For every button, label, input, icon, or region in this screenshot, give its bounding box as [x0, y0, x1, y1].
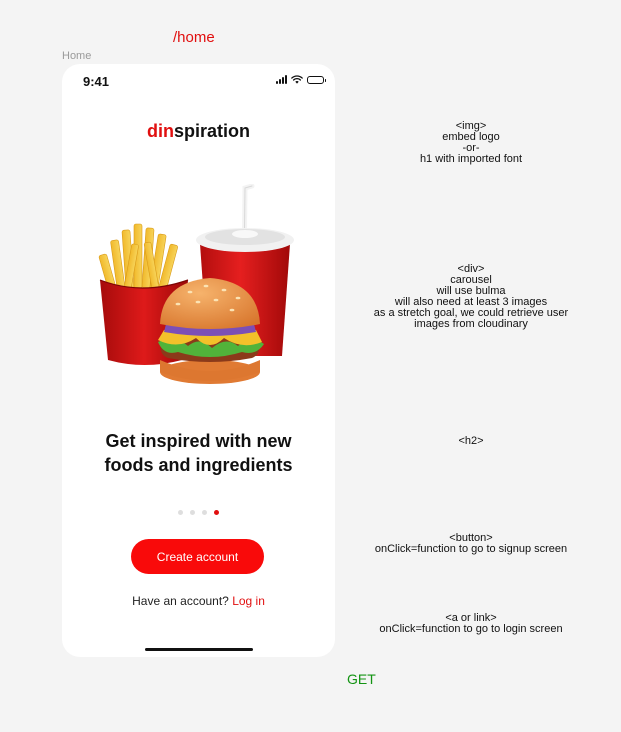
status-time: 9:41: [83, 74, 110, 89]
carousel-dot[interactable]: [178, 510, 183, 515]
http-method-label: GET: [347, 671, 376, 687]
logo-rest-text: spiration: [173, 121, 250, 141]
carousel-dot[interactable]: [202, 510, 207, 515]
headline: Get inspired with new foods and ingredie…: [82, 429, 315, 477]
cellular-signal-icon: [276, 75, 287, 84]
phone-frame: 9:41 dinspiration Get inspired with new …: [62, 64, 335, 657]
carousel-dots: [62, 510, 335, 515]
headline-line-2: foods and ingredients: [104, 455, 293, 475]
login-row: Have an account? Log in: [62, 594, 335, 608]
login-link[interactable]: Log in: [232, 594, 265, 608]
hero-food-image: [98, 184, 294, 384]
route-label: /home: [173, 29, 215, 46]
status-icons: [276, 75, 326, 84]
annotation-button: <button> onClick=function to go to signu…: [374, 532, 568, 555]
home-indicator: [145, 648, 253, 651]
annotation-headline: <h2>: [458, 435, 484, 447]
headline-line-1: Get inspired with new: [105, 431, 292, 451]
carousel-dot[interactable]: [190, 510, 195, 515]
frame-label: Home: [62, 50, 92, 62]
annotation-link: <a or link> onClick=function to go to lo…: [379, 612, 563, 635]
annotation-carousel: <div> carousel will use bulma will also …: [373, 263, 569, 330]
carousel-dot-active[interactable]: [214, 510, 219, 515]
battery-icon: [307, 75, 326, 84]
logo-accent-text: din: [146, 121, 174, 141]
login-prompt: Have an account?: [132, 594, 229, 608]
app-logo: dinspiration: [62, 121, 335, 142]
wifi-icon: [291, 75, 303, 84]
annotation-logo: <img> embed logo -or- h1 with imported f…: [419, 120, 523, 165]
create-account-button[interactable]: Create account: [131, 539, 264, 574]
